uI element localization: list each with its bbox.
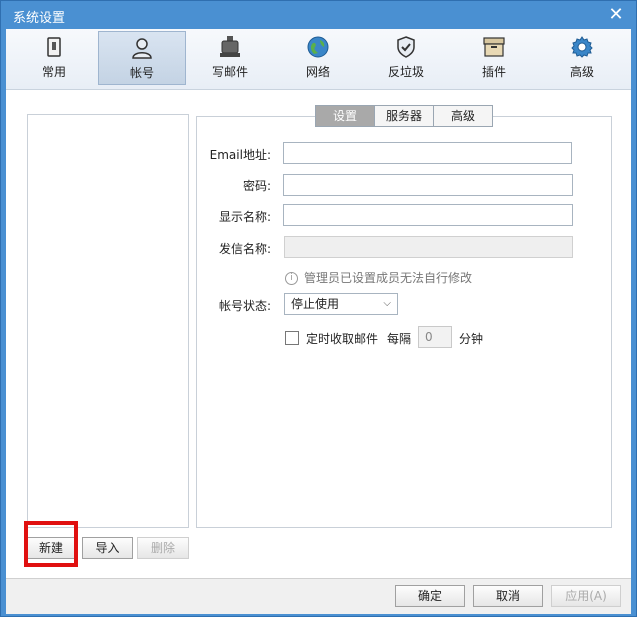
toolbar-label-advanced: 高级 — [569, 65, 594, 79]
timed-fetch-checkbox[interactable] — [285, 331, 299, 345]
globe-icon — [307, 36, 329, 58]
common-settings-icon — [47, 37, 61, 57]
toolbar-label-antispam: 反垃圾 — [387, 65, 424, 79]
account-person-icon — [132, 38, 152, 59]
tab-advanced[interactable]: 高级 — [434, 105, 493, 127]
password-field[interactable] — [283, 174, 573, 196]
info-icon: i — [285, 272, 298, 285]
toolbar-label-account: 帐号 — [129, 66, 154, 80]
dialog-footer: 确定 取消 应用(A) — [6, 578, 631, 614]
cancel-button[interactable]: 取消 — [473, 585, 543, 607]
tab-settings[interactable]: 设置 — [315, 105, 375, 127]
toolbar-label-network: 网络 — [305, 65, 330, 79]
toolbar-item-advanced[interactable]: 高级 — [538, 31, 626, 85]
delete-account-button: 删除 — [137, 537, 189, 559]
toolbar-label-common: 常用 — [41, 65, 66, 79]
account-status-select[interactable]: 停止使用 ⌵ — [284, 293, 398, 315]
shield-check-icon — [397, 36, 415, 58]
apply-button: 应用(A) — [551, 585, 621, 607]
window-title: 系统设置 — [13, 11, 66, 26]
account-list[interactable] — [27, 114, 189, 528]
content-area: 设置 服务器 高级 Email地址: 密码: 显示名称: 发信名称: i 管理员已… — [6, 90, 631, 578]
account-status-value: 停止使用 — [291, 297, 340, 311]
toolbar-item-antispam[interactable]: 反垃圾 — [362, 31, 450, 85]
toolbar-item-network[interactable]: 网络 — [274, 31, 362, 85]
minutes-label: 分钟 — [459, 332, 484, 346]
password-label: 密码: — [242, 179, 271, 193]
plugin-box-icon — [483, 37, 505, 57]
display-name-field[interactable] — [283, 204, 573, 226]
settings-tabs: 设置 服务器 高级 — [315, 105, 493, 127]
compose-icon — [220, 36, 240, 57]
toolbar-label-plugins: 插件 — [481, 65, 506, 79]
toolbar-item-plugins[interactable]: 插件 — [450, 31, 538, 85]
timed-fetch-label: 定时收取邮件 — [306, 332, 379, 346]
category-toolbar: 常用 帐号 写邮件 网络 反垃圾 插件 高级 — [6, 29, 631, 90]
toolbar-label-compose: 写邮件 — [211, 65, 248, 79]
toolbar-item-account[interactable]: 帐号 — [98, 31, 186, 85]
display-name-label: 显示名称: — [218, 210, 271, 224]
settings-window: 系统设置 ✕ 常用 帐号 写邮件 网络 反垃圾 插件 高级 设置 服务器 高级 … — [0, 0, 637, 617]
account-status-label: 帐号状态: — [218, 299, 271, 313]
toolbar-item-common[interactable]: 常用 — [10, 31, 98, 85]
tab-server[interactable]: 服务器 — [375, 105, 434, 127]
admin-note: i 管理员已设置成员无法自行修改 — [285, 269, 472, 286]
toolbar-item-compose[interactable]: 写邮件 — [186, 31, 274, 85]
every-label: 每隔 — [387, 332, 412, 346]
close-icon[interactable]: ✕ — [606, 5, 626, 25]
email-field[interactable] — [283, 142, 572, 164]
sender-name-label: 发信名称: — [218, 242, 271, 256]
import-account-button[interactable]: 导入 — [82, 537, 133, 559]
interval-input[interactable]: 0 — [418, 326, 452, 348]
highlight-box — [24, 521, 78, 567]
admin-note-text: 管理员已设置成员无法自行修改 — [304, 271, 473, 285]
chevron-down-icon: ⌵ — [383, 298, 391, 309]
gear-icon — [571, 36, 593, 58]
sender-name-field — [284, 236, 573, 258]
ok-button[interactable]: 确定 — [395, 585, 465, 607]
email-label: Email地址: — [209, 148, 271, 162]
title-bar: 系统设置 ✕ — [1, 1, 636, 29]
